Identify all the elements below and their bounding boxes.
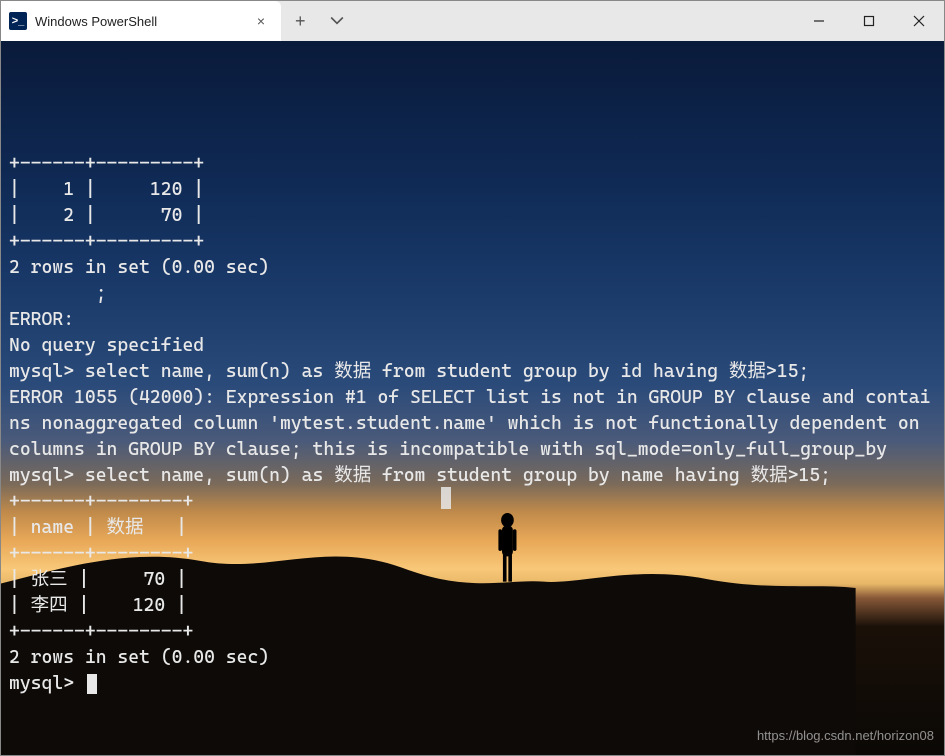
app-window: >_ Windows PowerShell × + <box>0 0 945 756</box>
terminal-line: | 1 | 120 | <box>9 177 936 203</box>
terminal-line: | 张三 | 70 | <box>9 567 936 593</box>
new-tab-button[interactable]: + <box>281 1 320 41</box>
selection-cursor <box>441 487 451 509</box>
terminal-line: +------+---------+ <box>9 229 936 255</box>
terminal-text[interactable]: +------+---------+| 1 | 120 || 2 | 70 |+… <box>9 151 936 697</box>
titlebar: >_ Windows PowerShell × + <box>1 1 944 41</box>
terminal-line: +------+--------+ <box>9 541 936 567</box>
close-icon <box>913 15 925 27</box>
terminal-line: 2 rows in set (0.00 sec) <box>9 255 936 281</box>
terminal-line: mysql> <box>9 671 936 697</box>
terminal-line: +------+--------+ <box>9 489 936 515</box>
terminal-line: | name | 数据 | <box>9 515 936 541</box>
terminal-line: mysql> select name, sum(n) as 数据 from st… <box>9 463 936 489</box>
terminal-line: +------+--------+ <box>9 619 936 645</box>
tab-title: Windows PowerShell <box>35 14 245 29</box>
terminal-line: | 2 | 70 | <box>9 203 936 229</box>
terminal-line: ERROR: <box>9 307 936 333</box>
chevron-down-icon <box>330 14 344 28</box>
terminal-line: mysql> select name, sum(n) as 数据 from st… <box>9 359 936 385</box>
minimize-icon <box>813 15 825 27</box>
terminal-pane[interactable]: +------+---------+| 1 | 120 || 2 | 70 |+… <box>1 41 944 755</box>
minimize-button[interactable] <box>794 1 844 41</box>
terminal-line: +------+---------+ <box>9 151 936 177</box>
window-controls <box>794 1 944 41</box>
tab-powershell[interactable]: >_ Windows PowerShell × <box>1 1 281 41</box>
watermark: https://blog.csdn.net/horizon08 <box>757 723 934 749</box>
maximize-icon <box>863 15 875 27</box>
powershell-icon: >_ <box>9 12 27 30</box>
close-button[interactable] <box>894 1 944 41</box>
maximize-button[interactable] <box>844 1 894 41</box>
text-cursor <box>87 674 97 694</box>
terminal-line: ERROR 1055 (42000): Expression #1 of SEL… <box>9 385 936 463</box>
terminal-line: 2 rows in set (0.00 sec) <box>9 645 936 671</box>
terminal-line: ; <box>9 281 936 307</box>
close-tab-icon[interactable]: × <box>253 13 269 29</box>
terminal-line: | 李四 | 120 | <box>9 593 936 619</box>
tab-dropdown-button[interactable] <box>320 1 354 41</box>
terminal-line: No query specified <box>9 333 936 359</box>
